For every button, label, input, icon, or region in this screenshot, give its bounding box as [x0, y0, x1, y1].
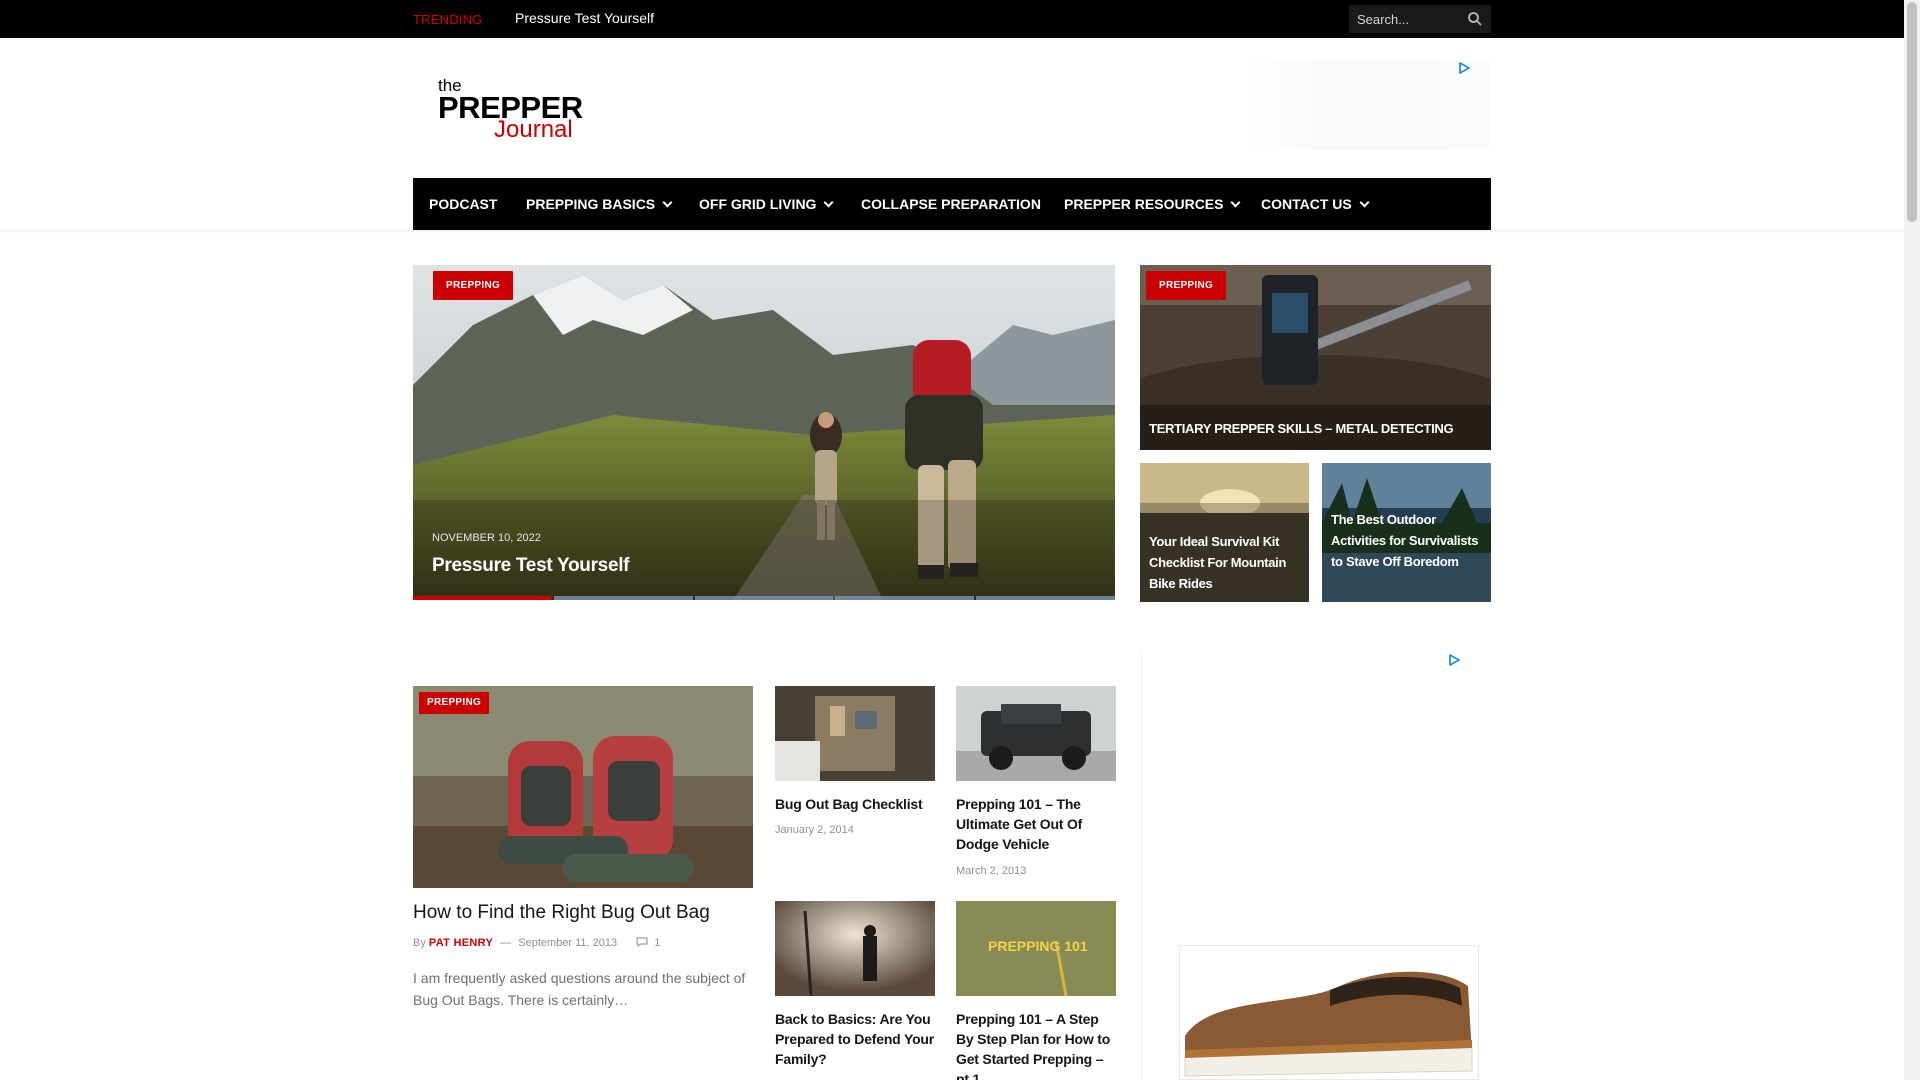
search-input[interactable]	[1357, 5, 1467, 33]
hero-title[interactable]: Pressure Test Yourself	[432, 555, 630, 577]
adchoices-icon[interactable]	[1458, 62, 1470, 74]
header-ad[interactable]	[1245, 60, 1490, 150]
feature-card[interactable]: Your Ideal Survival Kit Checklist For Mo…	[1140, 463, 1309, 602]
page-scrollbar[interactable]	[1904, 0, 1920, 1080]
meta-by: By	[413, 937, 426, 949]
hero-slider[interactable]: PREPPING NOVEMBER 10, 2022 Pressure Test…	[413, 265, 1115, 600]
sidebar-divider	[1141, 651, 1142, 1080]
ad-image	[1245, 60, 1490, 150]
main-nav: PODCAST PREPPING BASICS OFF GRID LIVING …	[413, 178, 1491, 230]
hero-date: NOVEMBER 10, 2022	[432, 532, 541, 544]
feature-title[interactable]: Your Ideal Survival Kit Checklist For Mo…	[1149, 531, 1304, 594]
nav-prepping-basics[interactable]: PREPPING BASICS	[526, 178, 673, 230]
slider-dot[interactable]	[694, 596, 834, 600]
search-icon[interactable]	[1467, 11, 1483, 27]
main-post-title[interactable]: How to Find the Right Bug Out Bag	[413, 902, 710, 924]
comment-icon[interactable]	[636, 937, 648, 947]
header-shadow	[0, 230, 1904, 233]
slider-pagination	[413, 596, 1115, 600]
feature-title[interactable]: TERTIARY PREPPER SKILLS – METAL DETECTIN…	[1149, 421, 1484, 436]
slider-dot[interactable]	[835, 596, 975, 600]
post-meta: By PAT HENRY — September 11, 2013 1	[413, 937, 660, 949]
post-excerpt: I am frequently asked questions around t…	[413, 970, 746, 1008]
post-title[interactable]: Prepping 101 – The Ultimate Get Out Of D…	[956, 794, 1116, 854]
feature-title[interactable]: The Best Outdoor Activities for Survival…	[1331, 509, 1486, 572]
feature-card[interactable]: PREPPING TERTIARY PREPPER SKILLS – METAL…	[1140, 265, 1491, 450]
category-badge[interactable]: PREPPING	[433, 271, 514, 300]
meta-separator: —	[500, 937, 512, 949]
logo-journal: Journal	[494, 116, 573, 143]
nav-collapse-preparation[interactable]: COLLAPSE PREPARATION	[861, 178, 1041, 230]
adchoices-icon[interactable]	[1448, 654, 1460, 666]
scrollbar-thumb[interactable]	[1907, 2, 1917, 222]
comment-count[interactable]: 1	[654, 937, 660, 949]
nav-label: CONTACT US	[1261, 196, 1352, 212]
site-logo[interactable]: the PREPPER Journal	[438, 77, 583, 143]
chevron-down-icon	[824, 197, 834, 208]
thumbnail-caption: PREPPING 101	[988, 938, 1088, 954]
nav-prepper-resources[interactable]: PREPPER RESOURCES	[1064, 178, 1241, 230]
nav-label: COLLAPSE PREPARATION	[861, 196, 1041, 212]
vehicle-image	[956, 686, 1116, 781]
product-ad[interactable]	[1179, 945, 1479, 1080]
backpacks-image	[413, 686, 753, 888]
bug-out-bag-image	[775, 686, 935, 781]
post-title[interactable]: Back to Basics: Are You Prepared to Defe…	[775, 1009, 935, 1069]
top-bar: TRENDING Pressure Test Yourself	[0, 0, 1920, 38]
sidebar-ad[interactable]	[1160, 650, 1490, 910]
nav-label: OFF GRID LIVING	[699, 196, 817, 212]
post-date: January 2, 2014	[775, 824, 854, 836]
nav-off-grid-living[interactable]: OFF GRID LIVING	[699, 178, 834, 230]
defend-family-image	[775, 901, 935, 996]
post-thumbnail[interactable]	[775, 686, 935, 781]
slider-dot[interactable]	[553, 596, 693, 600]
hero-image-hikers	[413, 265, 1115, 600]
trending-label: TRENDING	[413, 12, 483, 27]
author-link[interactable]: PAT HENRY	[429, 937, 493, 949]
category-badge[interactable]: PREPPING	[419, 692, 490, 714]
post-title[interactable]: Prepping 101 – A Step By Step Plan for H…	[956, 1009, 1116, 1080]
nav-label: PODCAST	[429, 196, 498, 212]
shoe-image	[1180, 946, 1478, 1079]
chevron-down-icon	[1359, 197, 1370, 208]
post-thumbnail[interactable]: PREPPING 101	[956, 901, 1116, 996]
nav-contact-us[interactable]: CONTACT US	[1261, 178, 1370, 230]
slider-dot[interactable]	[413, 596, 552, 600]
nav-podcast[interactable]: PODCAST	[429, 178, 497, 230]
category-badge[interactable]: PREPPING	[1146, 271, 1227, 300]
slider-dot[interactable]	[976, 596, 1115, 600]
chevron-down-icon	[662, 197, 673, 208]
nav-label: PREPPER RESOURCES	[1064, 196, 1224, 212]
trending-link[interactable]: Pressure Test Yourself	[515, 10, 654, 26]
chevron-down-icon	[1231, 197, 1241, 208]
post-date: March 2, 2013	[956, 865, 1027, 877]
search-box	[1349, 5, 1491, 33]
post-thumbnail[interactable]	[956, 686, 1116, 781]
nav-label: PREPPING BASICS	[526, 196, 656, 212]
post-date: September 11, 2013	[518, 937, 618, 949]
main-post-image[interactable]: PREPPING	[413, 686, 753, 888]
post-thumbnail[interactable]	[775, 901, 935, 996]
post-title[interactable]: Bug Out Bag Checklist	[775, 794, 935, 814]
feature-card[interactable]: The Best Outdoor Activities for Survival…	[1322, 463, 1491, 602]
